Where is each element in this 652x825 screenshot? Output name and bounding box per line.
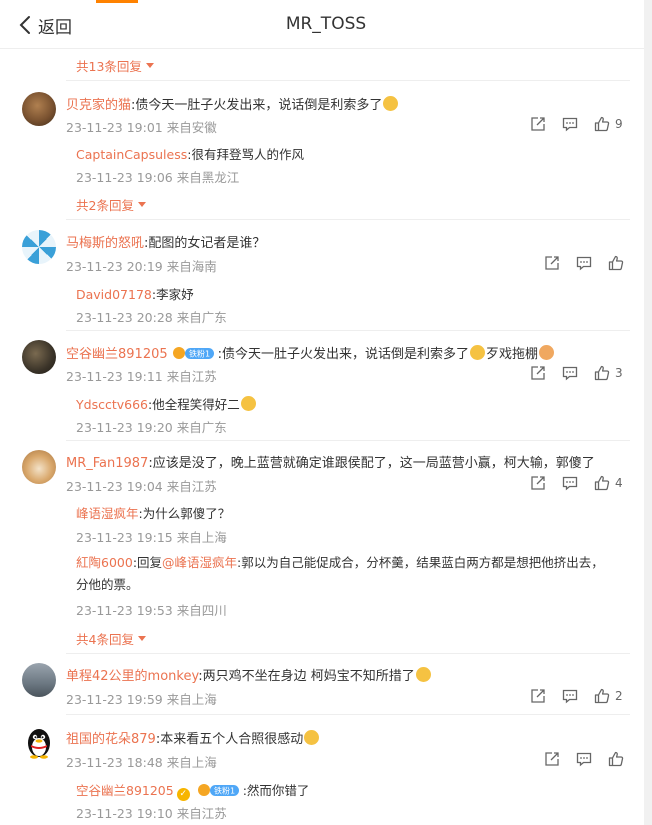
- expand-replies-button[interactable]: 共13条回复: [76, 56, 154, 75]
- laugh-emoji-icon: [415, 667, 431, 682]
- reply-text: 紅陶6000:回复@峰语湿疯年:郭以为自己能促成合，分杯羹，结果蓝白两方都是想把…: [76, 555, 604, 592]
- caret-down-icon: [145, 63, 154, 68]
- comment-username[interactable]: 贝克家的猫: [66, 98, 131, 113]
- reply-text: 空谷幽兰891205 ✓ 铁粉1:然而你错了: [76, 783, 310, 801]
- reply-meta: 23-11-23 19:53 来自四川: [76, 603, 227, 618]
- reply-meta: 23-11-23 19:15 来自上海: [76, 530, 227, 545]
- verified-icon: ✓: [176, 788, 190, 801]
- like-icon[interactable]: [594, 688, 610, 704]
- comment-icon[interactable]: [576, 255, 592, 271]
- comment-actions: [544, 749, 624, 769]
- fan-badge-icon: 铁粉1: [197, 784, 239, 796]
- fan-badge-icon: 铁粉1: [172, 347, 214, 359]
- comment-username[interactable]: MR_Fan1987: [66, 456, 148, 471]
- avatar[interactable]: [22, 340, 56, 374]
- comment-text: 单程42公里的monkey:两只鸡不坐在身边 柯妈宝不知所措了: [66, 665, 432, 684]
- reply-text: David07178:李家妤: [76, 287, 194, 302]
- caret-down-icon: [137, 202, 146, 207]
- share-icon[interactable]: [530, 475, 546, 491]
- comment-username[interactable]: 马梅斯的怒吼: [66, 236, 144, 251]
- expand-replies-button[interactable]: 共2条回复: [76, 195, 146, 214]
- reply-text: Ydscctv666:他全程笑得好二: [76, 394, 257, 413]
- comment-meta: 23-11-23 19:59 来自上海: [66, 692, 217, 707]
- comment-meta: 23-11-23 19:04 来自江苏: [66, 479, 217, 494]
- comment-icon[interactable]: [562, 688, 578, 704]
- like-icon[interactable]: [594, 116, 610, 132]
- comment-meta: 23-11-23 19:01 来自安徽: [66, 120, 217, 135]
- share-icon[interactable]: [544, 751, 560, 767]
- reply-username[interactable]: CaptainCapsuless: [76, 147, 187, 162]
- reply-username[interactable]: 紅陶6000: [76, 555, 133, 570]
- reply-meta: 23-11-23 19:06 来自黑龙江: [76, 170, 240, 185]
- reply-meta: 23-11-23 19:10 来自江苏: [76, 806, 227, 821]
- like-icon[interactable]: [594, 365, 610, 381]
- comment-actions: 4: [530, 473, 623, 493]
- doge-emoji-icon: [383, 96, 399, 111]
- comment-actions: 3: [530, 363, 623, 383]
- reply-username[interactable]: 空谷幽兰891205: [76, 783, 174, 798]
- avatar[interactable]: [22, 230, 56, 264]
- comment-text: 祖国的花朵879:本来看五个人合照很感动: [66, 728, 320, 747]
- expand-replies-button[interactable]: 共4条回复: [76, 629, 146, 648]
- avatar[interactable]: [22, 450, 56, 484]
- avatar[interactable]: [22, 726, 56, 760]
- reply-meta: 23-11-23 20:28 来自广东: [76, 310, 227, 325]
- laugh-emoji-icon: [304, 730, 320, 745]
- share-icon[interactable]: [530, 688, 546, 704]
- comment-username[interactable]: 单程42公里的monkey: [66, 669, 198, 684]
- reply-username[interactable]: David07178: [76, 287, 152, 302]
- laugh-emoji-icon: [240, 396, 256, 411]
- reply-username[interactable]: Ydscctv666: [76, 397, 148, 412]
- divider: [66, 440, 630, 441]
- like-count: 4: [615, 476, 623, 490]
- divider: [66, 330, 630, 331]
- avatar[interactable]: [22, 92, 56, 126]
- comment-username[interactable]: 祖国的花朵879: [66, 732, 156, 747]
- comment-text: 马梅斯的怒吼:配图的女记者是谁？: [66, 236, 266, 251]
- comment-icon[interactable]: [562, 365, 578, 381]
- reply-text: CaptainCapsuless:很有拜登骂人的作风: [76, 147, 304, 162]
- like-icon[interactable]: [608, 751, 624, 767]
- penguin-avatar-icon: [28, 729, 50, 759]
- comment-icon[interactable]: [576, 751, 592, 767]
- like-icon[interactable]: [594, 475, 610, 491]
- like-count: 2: [615, 689, 623, 703]
- divider: [66, 80, 630, 81]
- like-icon[interactable]: [608, 255, 624, 271]
- like-count: 9: [615, 117, 623, 131]
- share-icon[interactable]: [544, 255, 560, 271]
- comment-username[interactable]: 空谷幽兰891205: [66, 347, 168, 362]
- svg-text:铁粉1: 铁粉1: [214, 786, 235, 796]
- divider: [66, 714, 630, 715]
- comment-meta: 23-11-23 18:48 来自上海: [66, 755, 217, 770]
- doge-emoji-icon: [470, 345, 486, 360]
- divider: [66, 653, 630, 654]
- avatar[interactable]: [22, 663, 56, 697]
- cat-emoji-icon: [539, 345, 555, 360]
- comment-actions: [544, 253, 624, 273]
- comment-actions: 9: [530, 114, 623, 134]
- comment-meta: 23-11-23 19:11 来自江苏: [66, 369, 217, 384]
- top-bar: 返回 MR_TOSS: [0, 0, 652, 49]
- caret-down-icon: [137, 636, 146, 641]
- scrollbar-track[interactable]: [644, 0, 652, 825]
- comment-icon[interactable]: [562, 116, 578, 132]
- comment-text: 空谷幽兰891205 铁粉1:债今天一肚子火发出来，说话倒是利索多了 歹戏拖棚: [66, 343, 555, 362]
- reply-meta: 23-11-23 19:20 来自广东: [76, 420, 227, 435]
- comment-actions: 2: [530, 686, 623, 706]
- reply-text: 峰语湿疯年:为什么郭傻了？: [76, 506, 231, 521]
- like-count: 3: [615, 366, 623, 380]
- reply-username[interactable]: 峰语湿疯年: [76, 506, 139, 521]
- svg-text:铁粉1: 铁粉1: [189, 349, 210, 359]
- comment-meta: 23-11-23 20:19 来自海南: [66, 259, 217, 274]
- share-icon[interactable]: [530, 116, 546, 132]
- page-title: MR_TOSS: [285, 14, 367, 34]
- mention-link[interactable]: @峰语湿疯年: [162, 555, 237, 570]
- divider: [66, 219, 630, 220]
- accent-strip: [96, 0, 138, 3]
- share-icon[interactable]: [530, 365, 546, 381]
- comment-text: MR_Fan1987:应该是没了，晚上蓝营就确定谁跟侯配了，这一局蓝营小赢，柯大…: [66, 456, 595, 471]
- comment-text: 贝克家的猫:债今天一肚子火发出来，说话倒是利索多了: [66, 94, 399, 113]
- comment-icon[interactable]: [562, 475, 578, 491]
